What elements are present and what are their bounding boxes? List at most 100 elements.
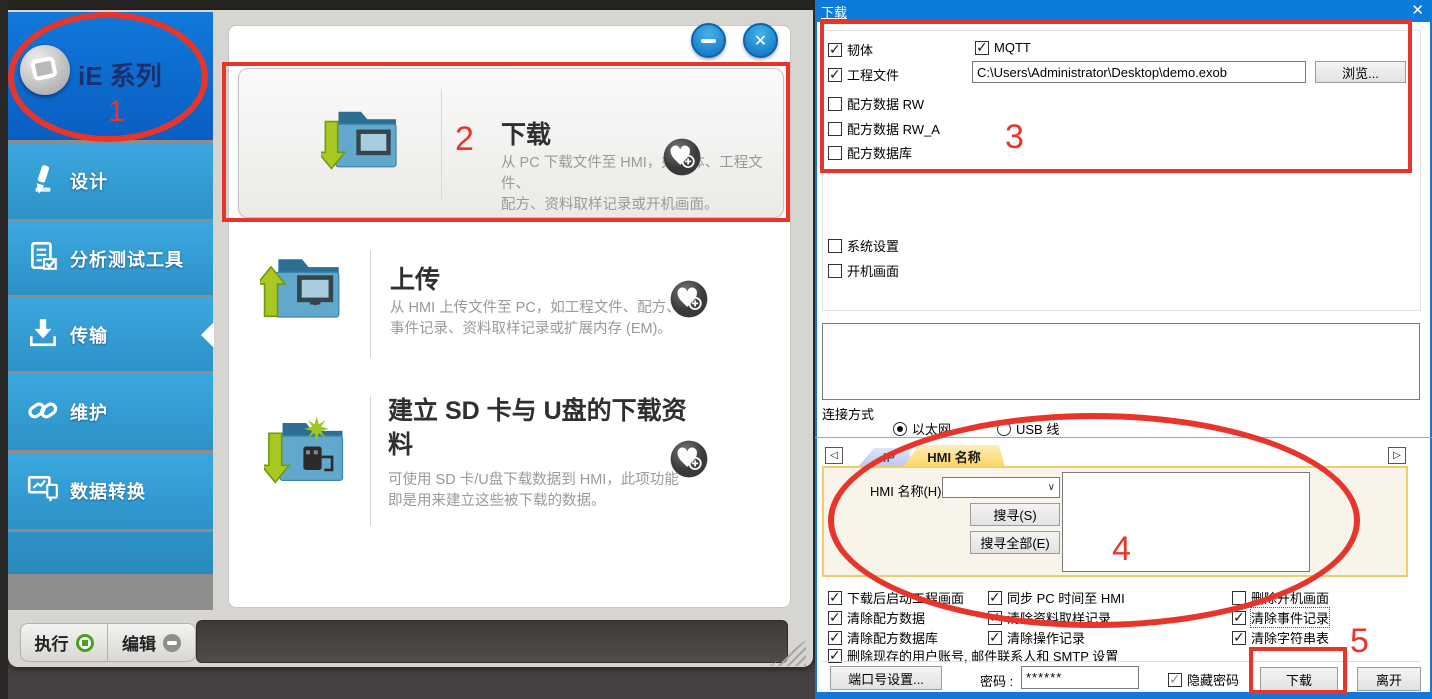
ethernet-radio[interactable] bbox=[893, 422, 907, 436]
project-path-input[interactable]: C:\Users\Administrator\Desktop\demo.exob bbox=[972, 61, 1306, 83]
clipboard-check-icon bbox=[26, 239, 70, 278]
radio-usb[interactable]: USB 线 bbox=[997, 419, 1059, 438]
checkbox-clear-recipe-db[interactable]: 清除配方数据库 bbox=[828, 628, 938, 647]
checkbox-delete-boot-screen[interactable]: 删除开机画面 bbox=[1232, 588, 1329, 607]
favorite-add-icon[interactable] bbox=[668, 438, 710, 480]
card-title: 上传 bbox=[390, 260, 440, 296]
usb-radio[interactable] bbox=[997, 422, 1011, 436]
sidebar-brand[interactable]: iE 系列 bbox=[8, 12, 213, 140]
project-file-checkbox[interactable] bbox=[828, 68, 842, 82]
message-listbox[interactable] bbox=[822, 323, 1420, 400]
card-title: 下载 bbox=[501, 115, 551, 151]
checkbox-firmware[interactable]: 韧体 bbox=[828, 40, 873, 59]
dialog-close-icon[interactable]: ✕ bbox=[1411, 1, 1424, 19]
recipe-rw-checkbox[interactable] bbox=[828, 97, 842, 111]
checkbox-clear-operation-log[interactable]: 清除操作记录 bbox=[988, 628, 1085, 647]
card-download[interactable]: 下载 从 PC 下载文件至 HMI，如韧体、工程文件、 配方、资料取样记录或开机… bbox=[238, 68, 784, 218]
checkbox-clear-event-log[interactable]: 清除事件记录 bbox=[1232, 608, 1329, 627]
favorite-add-icon[interactable] bbox=[661, 136, 703, 178]
card-divider bbox=[370, 396, 371, 526]
card-title: 建立 SD 卡与 U盘的下载资 料 bbox=[388, 394, 687, 462]
checkbox-hide-password[interactable]: 隐藏密码 bbox=[1168, 670, 1239, 689]
mqtt-checkbox[interactable] bbox=[975, 41, 989, 55]
hmi-result-listbox[interactable] bbox=[1062, 472, 1310, 572]
checkbox-delete-user-accounts[interactable]: 删除现存的用户账号, 邮件联系人和 SMTP 设置 bbox=[828, 646, 1118, 665]
boot-screen-checkbox[interactable] bbox=[828, 264, 842, 278]
separator bbox=[815, 437, 1432, 438]
sidebar-item-design[interactable]: 设计 bbox=[8, 143, 213, 219]
status-strip bbox=[196, 620, 788, 663]
card-sd-usb[interactable]: 建立 SD 卡与 U盘的下载资 料 可使用 SD 卡/U盘下载数据到 HMI，此… bbox=[238, 382, 784, 532]
search-button[interactable]: 搜寻(S) bbox=[970, 503, 1060, 526]
card-divider bbox=[370, 250, 371, 358]
sidebar-item-transfer[interactable]: 传输 bbox=[8, 298, 213, 371]
separator bbox=[822, 661, 1420, 662]
card-divider bbox=[441, 89, 442, 199]
dialog-titlebar[interactable]: 下载 ✕ bbox=[815, 0, 1432, 22]
dialog-bottom-border bbox=[815, 692, 1432, 699]
card-upload[interactable]: 上传 从 HMI 上传文件至 PC，如工程文件、配方、 事件记录、资料取样记录或… bbox=[238, 238, 784, 368]
dialog-title: 下载 bbox=[821, 2, 847, 21]
system-settings-checkbox[interactable] bbox=[828, 239, 842, 253]
sidebar-item-label: 传输 bbox=[70, 322, 108, 348]
design-pen-icon bbox=[26, 162, 70, 201]
edit-icon bbox=[163, 634, 181, 652]
minimize-button[interactable] bbox=[691, 23, 726, 58]
sidebar-item-data-conversion[interactable]: 数据转换 bbox=[8, 453, 213, 529]
checkbox-clear-recipe-data[interactable]: 清除配方数据 bbox=[828, 608, 925, 627]
selected-item-arrow bbox=[201, 322, 214, 348]
sidebar-item-label: 设计 bbox=[70, 168, 108, 194]
checkbox-system-settings[interactable]: 系统设置 bbox=[828, 236, 899, 255]
sidebar-item-label: 维护 bbox=[70, 399, 108, 425]
card-description: 可使用 SD 卡/U盘下载数据到 HMI，此项功能 即是用来建立这些被下载的数据… bbox=[388, 470, 679, 512]
tab-scroll-right-icon[interactable]: ▷ bbox=[1388, 447, 1406, 464]
execute-button[interactable]: 执行 bbox=[20, 623, 108, 662]
sidebar: iE 系列 设计 分析测试工具 传输 维护 bbox=[8, 12, 213, 610]
search-all-button[interactable]: 搜寻全部(E) bbox=[970, 531, 1060, 554]
upload-folder-icon bbox=[260, 248, 344, 336]
download-button[interactable]: 下载 bbox=[1260, 667, 1338, 691]
chevron-down-icon: ∨ bbox=[1048, 482, 1055, 493]
checkbox-start-project-after-download[interactable]: 下载后启动工程画面 bbox=[828, 588, 964, 607]
transfer-download-icon bbox=[26, 315, 70, 354]
password-label: 密码 : bbox=[980, 671, 1013, 690]
series-title: iE 系列 bbox=[78, 56, 162, 93]
firmware-checkbox[interactable] bbox=[828, 43, 842, 57]
port-settings-button[interactable]: 端口号设置... bbox=[830, 666, 942, 690]
tab-hmi-name[interactable]: HMI 名称 bbox=[903, 445, 1005, 467]
link-icon bbox=[26, 393, 70, 432]
sidebar-item-label: 分析测试工具 bbox=[70, 246, 184, 272]
background-edge bbox=[0, 0, 8, 699]
checkbox-mqtt[interactable]: MQTT bbox=[975, 40, 1031, 55]
hide-password-checkbox[interactable] bbox=[1168, 673, 1182, 687]
checkbox-recipe-rw[interactable]: 配方数据 RW bbox=[828, 94, 924, 113]
checkbox-clear-sampling-records[interactable]: 清除资料取样记录 bbox=[988, 608, 1111, 627]
password-input[interactable]: ****** bbox=[1021, 666, 1139, 689]
checkbox-boot-screen[interactable]: 开机画面 bbox=[828, 261, 899, 280]
radio-ethernet[interactable]: 以太网 bbox=[893, 419, 951, 438]
browse-button[interactable]: 浏览... bbox=[1315, 61, 1406, 83]
sidebar-item-analysis-tools[interactable]: 分析测试工具 bbox=[8, 222, 213, 295]
edit-button[interactable]: 编辑 bbox=[107, 623, 196, 662]
tab-scroll-left-icon[interactable]: ◁ bbox=[825, 447, 843, 464]
hmi-name-combobox[interactable]: ∨ bbox=[942, 477, 1060, 498]
edit-label: 编辑 bbox=[122, 630, 156, 655]
utility-manager-window: iE 系列 设计 分析测试工具 传输 维护 bbox=[8, 10, 813, 667]
favorite-add-icon[interactable] bbox=[668, 278, 710, 320]
card-description: 从 PC 下载文件至 HMI，如韧体、工程文件、 配方、资料取样记录或开机画面。 bbox=[501, 153, 783, 216]
download-folder-icon bbox=[321, 101, 401, 185]
checkbox-recipe-rw-a[interactable]: 配方数据 RW_A bbox=[828, 119, 940, 138]
checkbox-project-file[interactable]: 工程文件 bbox=[828, 65, 899, 84]
checkbox-clear-string-table[interactable]: 清除字符串表 bbox=[1232, 628, 1329, 647]
close-button[interactable]: ✕ bbox=[743, 23, 778, 58]
recipe-rw-a-checkbox[interactable] bbox=[828, 122, 842, 136]
sd-usb-folder-icon bbox=[264, 410, 348, 496]
checkbox-recipe-db[interactable]: 配方数据库 bbox=[828, 143, 912, 162]
connection-mode-label: 连接方式 bbox=[822, 404, 874, 423]
data-conversion-icon bbox=[26, 472, 70, 511]
execute-label: 执行 bbox=[35, 630, 69, 655]
sidebar-item-maintenance[interactable]: 维护 bbox=[8, 374, 213, 450]
checkbox-sync-pc-time[interactable]: 同步 PC 时间至 HMI bbox=[988, 588, 1125, 607]
recipe-db-checkbox[interactable] bbox=[828, 146, 842, 160]
exit-button[interactable]: 离开 bbox=[1357, 667, 1421, 691]
